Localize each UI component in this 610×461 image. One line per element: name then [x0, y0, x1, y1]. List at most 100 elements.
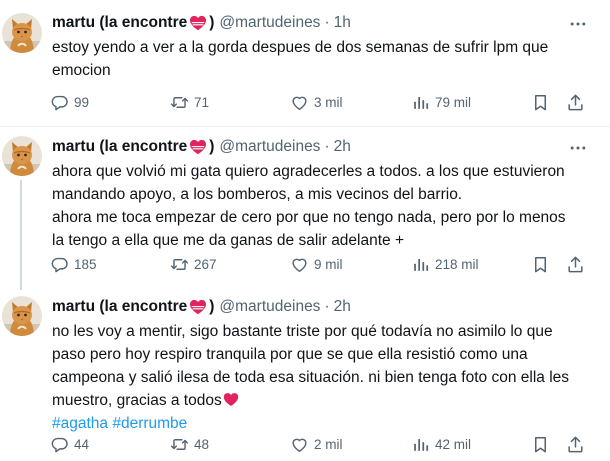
share-button[interactable]	[566, 91, 585, 113]
reply-count: 44	[74, 436, 90, 452]
like-count: 3 mil	[314, 94, 343, 110]
share-icon	[566, 255, 585, 274]
views-count: 42 mil	[435, 436, 472, 452]
reply-button[interactable]: 99	[50, 91, 89, 113]
author-name[interactable]: martu (la encontre	[52, 136, 187, 158]
heart-emoji-icon	[189, 139, 207, 155]
tweet[interactable]: martu (la encontre ) @martudeines · 2h n…	[0, 282, 610, 461]
repost-button[interactable]: 71	[170, 91, 209, 113]
cat-avatar-icon	[2, 13, 42, 53]
views-count: 218 mil	[435, 256, 479, 272]
text-line: la tengo a ella que me da ganas de salir…	[52, 232, 405, 249]
views-icon	[411, 93, 430, 112]
like-button[interactable]: 9 mil	[290, 253, 343, 275]
reply-button[interactable]: 44	[50, 433, 89, 455]
hashtag-link[interactable]: #derrumbe	[112, 415, 187, 432]
share-icon	[566, 435, 585, 454]
author-handle[interactable]: @martudeines	[219, 136, 320, 158]
cat-avatar-icon	[2, 136, 42, 176]
share-icon	[566, 93, 585, 112]
like-icon	[290, 93, 309, 112]
author-name[interactable]: martu (la encontre	[52, 12, 187, 34]
bookmark-icon	[531, 255, 550, 274]
hashtags: #agatha #derrumbe	[52, 412, 592, 435]
text-line: estoy yendo a ver a la gorda despues de …	[52, 39, 549, 56]
tweet-text: estoy yendo a ver a la gorda despues de …	[52, 36, 592, 82]
tweet-text: no les voy a mentir, sigo bastante trist…	[52, 320, 592, 435]
author-name[interactable]: martu (la encontre	[52, 296, 187, 318]
avatar[interactable]	[2, 13, 42, 53]
text-line: ahora que volvió mi gata quiero agradece…	[52, 163, 565, 180]
bookmark-button[interactable]	[531, 253, 550, 275]
text-line: ahora me toca empezar de cero por que no…	[52, 209, 566, 226]
tweet-text: ahora que volvió mi gata quiero agradece…	[52, 160, 592, 252]
share-button[interactable]	[566, 253, 585, 275]
views-icon	[411, 255, 430, 274]
repost-icon	[170, 435, 189, 454]
tweet-header: martu (la encontre ) @martudeines · 2h	[52, 296, 351, 318]
more-options-icon[interactable]	[568, 14, 588, 34]
text-line: muestro, gracias a todos	[52, 392, 222, 409]
reply-count: 185	[74, 256, 97, 272]
tweet-header: martu (la encontre ) @martudeines · 2h	[52, 136, 351, 158]
separator-dot: ·	[324, 14, 330, 31]
repost-count: 48	[194, 436, 210, 452]
timestamp[interactable]: 1h	[334, 12, 351, 34]
repost-icon	[170, 255, 189, 274]
reply-icon	[50, 255, 69, 274]
avatar[interactable]	[2, 136, 42, 176]
like-count: 2 mil	[314, 436, 343, 452]
bookmark-icon	[531, 435, 550, 454]
tweet-header: martu (la encontre ) @martudeines · 1h	[52, 12, 351, 34]
separator-dot: ·	[324, 298, 330, 315]
views-icon	[411, 435, 430, 454]
like-icon	[290, 435, 309, 454]
text-line: mandando apoyo, a los bomberos, a mis ve…	[52, 186, 463, 203]
reply-icon	[50, 435, 69, 454]
avatar[interactable]	[2, 296, 42, 336]
separator-dot: ·	[324, 138, 330, 155]
red-heart-icon	[223, 392, 239, 407]
views-count: 79 mil	[435, 94, 472, 110]
bookmark-button[interactable]	[531, 433, 550, 455]
like-button[interactable]: 3 mil	[290, 91, 343, 113]
reply-count: 99	[74, 94, 90, 110]
author-name-close: )	[209, 298, 215, 315]
views-button[interactable]: 218 mil	[411, 253, 479, 275]
reply-button[interactable]: 185	[50, 253, 97, 275]
author-handle[interactable]: @martudeines	[219, 296, 320, 318]
reply-icon	[50, 93, 69, 112]
author-name-close: )	[209, 138, 215, 155]
repost-count: 71	[194, 94, 210, 110]
text-line: no les voy a mentir, sigo bastante trist…	[52, 323, 553, 340]
like-icon	[290, 255, 309, 274]
repost-count: 267	[194, 256, 217, 272]
text-line: campeona y salió ilesa de toda esa situa…	[52, 369, 570, 386]
more-options-icon[interactable]	[568, 138, 588, 158]
like-button[interactable]: 2 mil	[290, 433, 343, 455]
repost-icon	[170, 93, 189, 112]
like-count: 9 mil	[314, 256, 343, 272]
text-line: emocion	[52, 62, 111, 79]
cat-avatar-icon	[2, 296, 42, 336]
tweet[interactable]: martu (la encontre ) @martudeines · 2h a…	[0, 127, 610, 282]
repost-button[interactable]: 267	[170, 253, 217, 275]
timestamp[interactable]: 2h	[334, 136, 351, 158]
heart-emoji-icon	[189, 299, 207, 315]
timestamp[interactable]: 2h	[334, 296, 351, 318]
author-name-close: )	[209, 14, 215, 31]
tweet[interactable]: martu (la encontre ) @martudeines · 1h e…	[0, 0, 610, 127]
share-button[interactable]	[566, 433, 585, 455]
action-bar: 99 71 3 mil 79 mil	[50, 91, 590, 113]
text-line: paso pero hoy respiro tranquila por que …	[52, 346, 528, 363]
repost-button[interactable]: 48	[170, 433, 209, 455]
hashtag-link[interactable]: #agatha	[52, 415, 108, 432]
bookmark-button[interactable]	[531, 91, 550, 113]
action-bar: 185 267 9 mil 218 mil	[50, 253, 590, 275]
author-handle[interactable]: @martudeines	[219, 12, 320, 34]
text-line-last: muestro, gracias a todos	[52, 389, 592, 412]
heart-emoji-icon	[189, 15, 207, 31]
views-button[interactable]: 42 mil	[411, 433, 471, 455]
views-button[interactable]: 79 mil	[411, 91, 471, 113]
bookmark-icon	[531, 93, 550, 112]
